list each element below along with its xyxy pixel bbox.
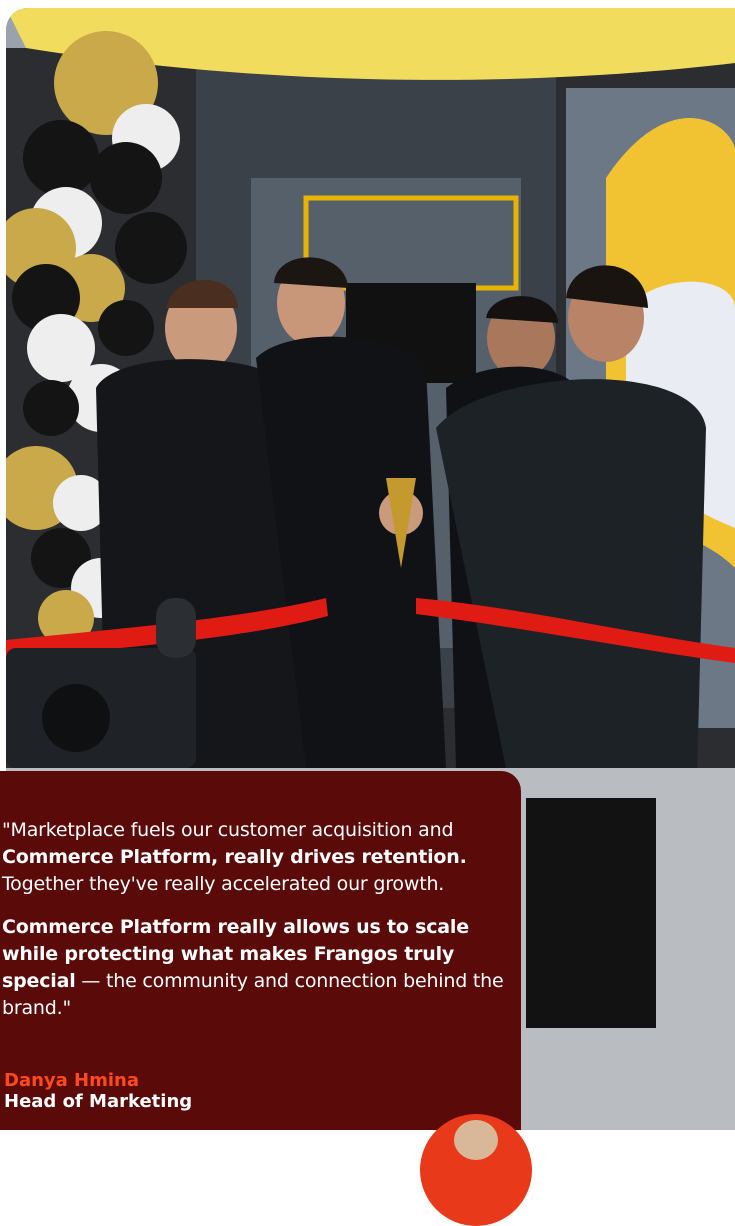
person-4-legs: [526, 798, 656, 1028]
author-name: Danya Hmina: [4, 1070, 139, 1091]
avatar: [420, 1114, 532, 1226]
avatar-face-icon: [454, 1120, 498, 1160]
quote-text-segment: "Marketplace fuels our customer acquisit…: [2, 819, 454, 841]
quote-emphasis: Commerce Platform, really drives retenti…: [2, 846, 467, 868]
author-role: Head of Marketing: [4, 1091, 193, 1112]
quote-paragraph-2: Commerce Platform really allows us to sc…: [2, 914, 507, 1022]
quote-text-segment: Together they've really accelerated our …: [2, 873, 445, 895]
quote-text-segment: — the community and connection behind th…: [2, 970, 504, 1019]
quote-paragraph-1: "Marketplace fuels our customer acquisit…: [2, 817, 507, 898]
testimonial-quote: "Marketplace fuels our customer acquisit…: [2, 817, 507, 1038]
